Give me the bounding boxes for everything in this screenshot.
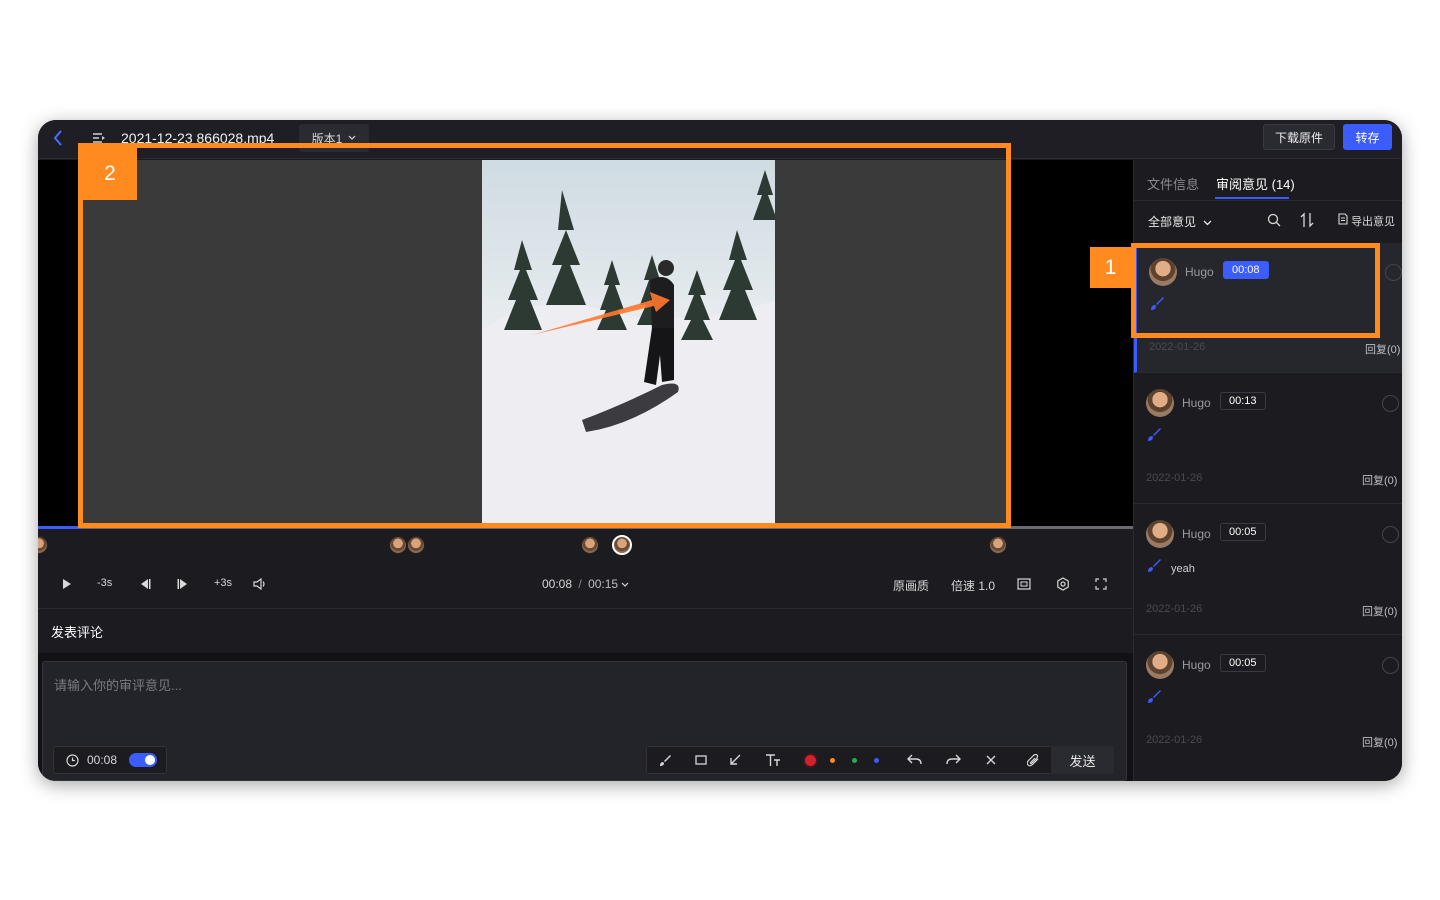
arrow-tool-icon[interactable]: [726, 752, 744, 768]
divider: [38, 608, 1133, 609]
save-to-button[interactable]: 转存: [1343, 124, 1392, 150]
comment-author: Hugo: [1182, 527, 1211, 541]
comment-timestamp[interactable]: 00:13: [1220, 392, 1266, 410]
chevron-down-icon: [622, 582, 629, 587]
comment-date: 2022-01-26: [1146, 734, 1203, 746]
comment-date: 2022-01-26: [1146, 472, 1203, 484]
comment-marker[interactable]: [389, 536, 407, 554]
color-orange-swatch[interactable]: [830, 758, 835, 763]
export-label: 导出意见: [1351, 216, 1396, 228]
play-icon[interactable]: [58, 576, 76, 592]
drawing-toolbar: [646, 746, 1114, 774]
tab-underline: [1215, 197, 1289, 199]
brush-annotation-icon: [1146, 688, 1162, 709]
color-green-swatch[interactable]: [852, 758, 857, 763]
reply-link[interactable]: 回复(0): [1362, 603, 1397, 619]
resolve-checkbox[interactable]: [1385, 264, 1402, 281]
export-comments-button[interactable]: 导出意见: [1337, 213, 1395, 229]
undo-icon[interactable]: [905, 752, 923, 768]
reply-link[interactable]: 回复(0): [1365, 341, 1400, 357]
brush-icon[interactable]: [656, 752, 674, 768]
resolve-checkbox[interactable]: [1382, 657, 1399, 674]
avatar: [1146, 651, 1174, 679]
comment-author: Hugo: [1182, 658, 1211, 672]
export-icon: [1338, 213, 1348, 225]
filter-label: 全部意见: [1148, 215, 1197, 229]
comment-text: yeah: [1171, 563, 1195, 575]
volume-icon[interactable]: [251, 576, 269, 592]
comment-marker-active[interactable]: [612, 535, 632, 555]
redo-icon[interactable]: [944, 752, 962, 768]
chevron-down-icon: [1203, 220, 1212, 226]
quality-select[interactable]: 原画质: [893, 577, 929, 594]
text-tool-icon[interactable]: [764, 752, 782, 768]
timestamp-toggle[interactable]: 00:08: [53, 746, 167, 774]
attachment-icon[interactable]: [1024, 752, 1042, 768]
rectangle-icon[interactable]: [692, 752, 710, 768]
comment-date: 2022-01-26: [1146, 603, 1203, 615]
tab-file-info[interactable]: 文件信息: [1147, 174, 1199, 193]
comment-item[interactable]: Hugo 00:05 yeah 2022-01-26 回复(0): [1134, 505, 1402, 635]
callout-frame-comment: [1131, 243, 1380, 338]
callout-badge-2: 2: [83, 148, 137, 200]
timestamp-switch[interactable]: [129, 753, 158, 767]
callout-frame-video: [78, 143, 1011, 528]
send-button[interactable]: 发送: [1050, 746, 1114, 774]
comment-timestamp[interactable]: 00:05: [1220, 654, 1266, 672]
current-time: 00:08: [542, 577, 573, 591]
sort-icon[interactable]: [1300, 212, 1314, 233]
resolve-checkbox[interactable]: [1382, 395, 1399, 412]
comment-timestamp[interactable]: 00:05: [1220, 523, 1266, 541]
brush-annotation-icon: [1146, 557, 1162, 578]
resolve-checkbox[interactable]: [1382, 526, 1399, 543]
avatar: [1146, 389, 1174, 417]
picture-in-picture-icon[interactable]: [1015, 576, 1033, 592]
comment-item[interactable]: Hugo 00:13 2022-01-26 回复(0): [1134, 374, 1402, 504]
timeline-progress: [38, 526, 82, 529]
fullscreen-icon[interactable]: [1092, 576, 1110, 592]
callout-badge-1: 1: [1090, 247, 1131, 288]
reply-link[interactable]: 回复(0): [1362, 734, 1397, 750]
next-frame-icon[interactable]: [174, 576, 192, 592]
brush-annotation-icon: [1146, 426, 1162, 447]
search-icon[interactable]: [1267, 213, 1281, 232]
color-blue-swatch[interactable]: [874, 758, 879, 763]
comment-item[interactable]: Hugo 00:05 2022-01-26 回复(0): [1134, 636, 1402, 766]
comment-date: 2022-01-26: [1149, 341, 1206, 353]
previous-frame-icon[interactable]: [136, 576, 154, 592]
chevron-down-icon: [348, 135, 356, 140]
compose-title: 发表评论: [51, 625, 104, 640]
time-separator: /: [578, 577, 582, 591]
clear-icon[interactable]: [982, 752, 1000, 768]
time-display[interactable]: 00:08 / 00:15: [542, 577, 629, 591]
color-red-swatch[interactable]: [803, 753, 818, 768]
comment-marker[interactable]: [407, 536, 425, 554]
settings-icon[interactable]: [1054, 576, 1072, 592]
comment-marker[interactable]: [989, 536, 1007, 554]
forward-3s-button[interactable]: +3s: [214, 577, 232, 589]
sidebar-tabs: 文件信息 审阅意见 (14): [1134, 160, 1402, 201]
avatar: [1146, 520, 1174, 548]
timestamp-value: 00:08: [87, 753, 118, 767]
reply-link[interactable]: 回复(0): [1362, 472, 1397, 488]
comment-author: Hugo: [1182, 396, 1211, 410]
speed-select[interactable]: 倍速 1.0: [951, 577, 995, 594]
comment-placeholder: 请输入你的审评意见...: [54, 678, 182, 693]
rewind-3s-button[interactable]: -3s: [97, 577, 112, 589]
comment-marker[interactable]: [581, 536, 599, 554]
comment-marker[interactable]: [38, 536, 48, 554]
back-arrow-icon[interactable]: [52, 128, 68, 148]
duration: 00:15: [588, 577, 619, 591]
download-original-button[interactable]: 下载原件: [1263, 124, 1335, 150]
tab-review-comments[interactable]: 审阅意见 (14): [1216, 174, 1295, 193]
clock-icon: [66, 753, 79, 767]
comment-filter[interactable]: 全部意见: [1148, 213, 1212, 230]
